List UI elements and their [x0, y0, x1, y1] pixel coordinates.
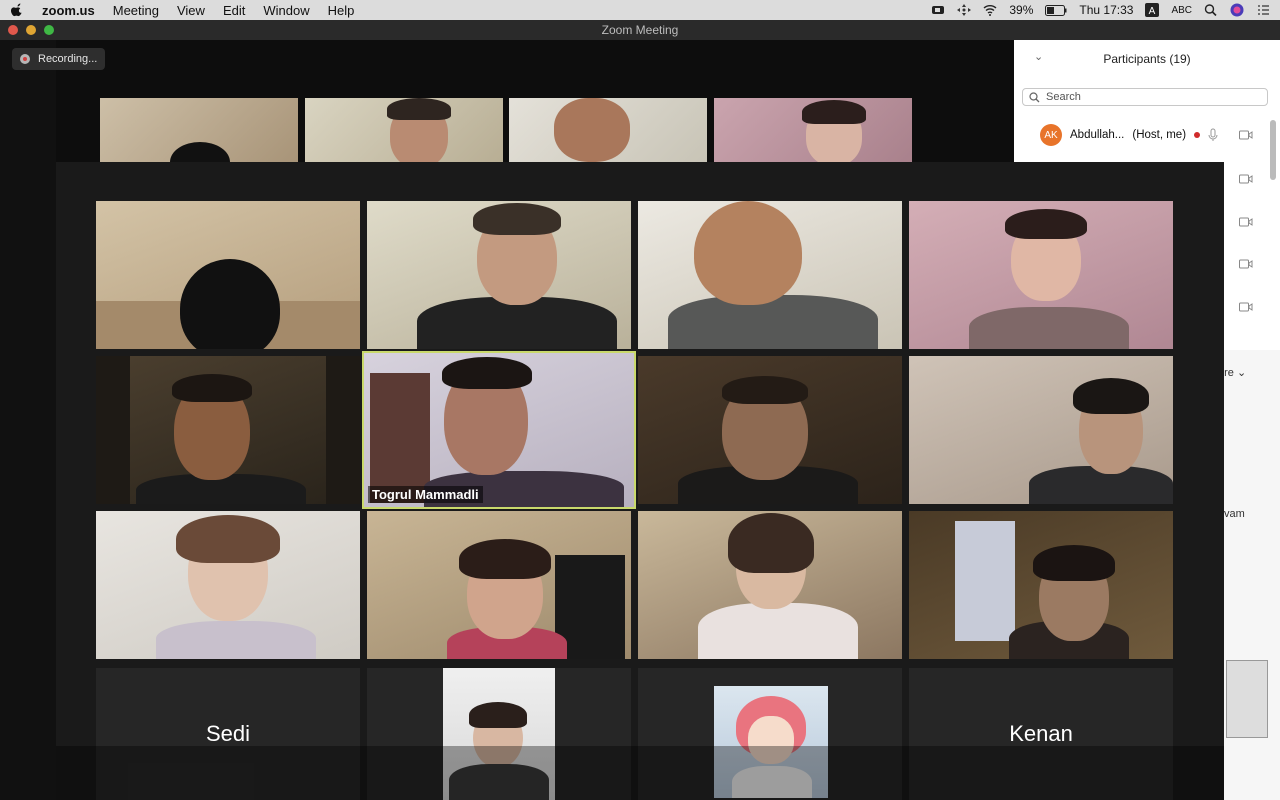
video-camera-icon[interactable] [1239, 217, 1253, 227]
participant-name: Sedi [205, 721, 251, 746]
recording-dot-icon [1194, 132, 1201, 138]
recording-indicator[interactable]: Recording... [12, 48, 106, 70]
bottom-toolbar-overlay [56, 746, 1224, 800]
background-video-thumb [100, 98, 298, 162]
participant-name: Kenan [1009, 721, 1073, 746]
video-camera-icon[interactable] [1239, 302, 1253, 312]
svg-text:A: A [1149, 6, 1156, 17]
avatar: AK [1040, 124, 1062, 146]
wifi-icon[interactable] [983, 4, 997, 16]
video-camera-icon[interactable] [1239, 259, 1253, 269]
video-tile[interactable] [638, 201, 902, 349]
video-tile[interactable] [367, 511, 631, 659]
battery-percent: 39% [1009, 3, 1034, 17]
video-tile[interactable] [638, 356, 902, 504]
siri-icon[interactable] [1230, 3, 1244, 17]
microphone-icon[interactable] [1208, 128, 1218, 142]
window-controls [8, 25, 54, 35]
battery-icon[interactable] [1045, 4, 1067, 16]
window-titlebar: Zoom Meeting [0, 20, 1280, 40]
participant-row-host[interactable]: AK Abdullah... (Host, me) [1040, 124, 1218, 146]
video-camera-icon[interactable] [1239, 130, 1253, 140]
video-tile[interactable] [367, 201, 631, 349]
participant-role: (Host, me) [1132, 129, 1187, 141]
video-tile[interactable] [96, 511, 360, 659]
background-window-thumbnail[interactable] [1226, 660, 1268, 738]
zoom-window-button[interactable] [44, 25, 54, 35]
clock[interactable]: Thu 17:33 [1079, 3, 1133, 17]
participant-name: Abdullah... [1070, 129, 1125, 141]
close-window-button[interactable] [8, 25, 18, 35]
background-video-thumb [305, 98, 503, 162]
menu-edit[interactable]: Edit [223, 3, 245, 18]
menu-view[interactable]: View [177, 3, 205, 18]
video-tile[interactable] [96, 356, 360, 504]
chevron-down-icon: ⌄ [1233, 367, 1247, 379]
participant-name-tag: Togrul Mammadli [368, 486, 483, 503]
notification-center-icon[interactable] [1256, 4, 1270, 16]
video-camera-icon[interactable] [1239, 174, 1253, 184]
input-source-label: ABC [1171, 4, 1192, 16]
background-video-thumb [714, 98, 912, 162]
move-icon[interactable] [957, 4, 972, 16]
minimize-window-button[interactable] [26, 25, 36, 35]
apple-icon[interactable] [10, 3, 24, 17]
menu-window[interactable]: Window [263, 3, 309, 18]
input-source-icon[interactable]: A [1145, 3, 1160, 17]
participant-search-input[interactable]: Search [1022, 88, 1268, 106]
search-icon [1029, 91, 1040, 102]
search-placeholder: Search [1046, 91, 1081, 103]
recording-label: Recording... [38, 53, 98, 65]
panel-scrollbar[interactable] [1270, 120, 1276, 180]
background-video-thumb [509, 98, 707, 162]
video-tile[interactable] [909, 511, 1173, 659]
zoom-status-icon[interactable] [931, 4, 945, 16]
menu-meeting[interactable]: Meeting [113, 3, 159, 18]
video-tile[interactable] [96, 201, 360, 349]
window-title: Zoom Meeting [601, 23, 679, 37]
video-tile[interactable] [909, 201, 1173, 349]
app-menu[interactable]: zoom.us [42, 3, 95, 18]
participants-title: Participants (19) [1103, 52, 1191, 66]
video-tile-active-speaker[interactable]: Togrul Mammadli [362, 351, 636, 509]
background-left-strip [0, 40, 56, 800]
video-tile[interactable] [638, 511, 902, 659]
recording-icon [20, 54, 30, 64]
video-tile[interactable] [909, 356, 1173, 504]
partial-text: vam [1224, 508, 1245, 520]
menu-help[interactable]: Help [328, 3, 355, 18]
spotlight-search-icon[interactable] [1204, 4, 1218, 16]
menu-bar: zoom.us Meeting View Edit Window Help 39… [0, 0, 1280, 20]
